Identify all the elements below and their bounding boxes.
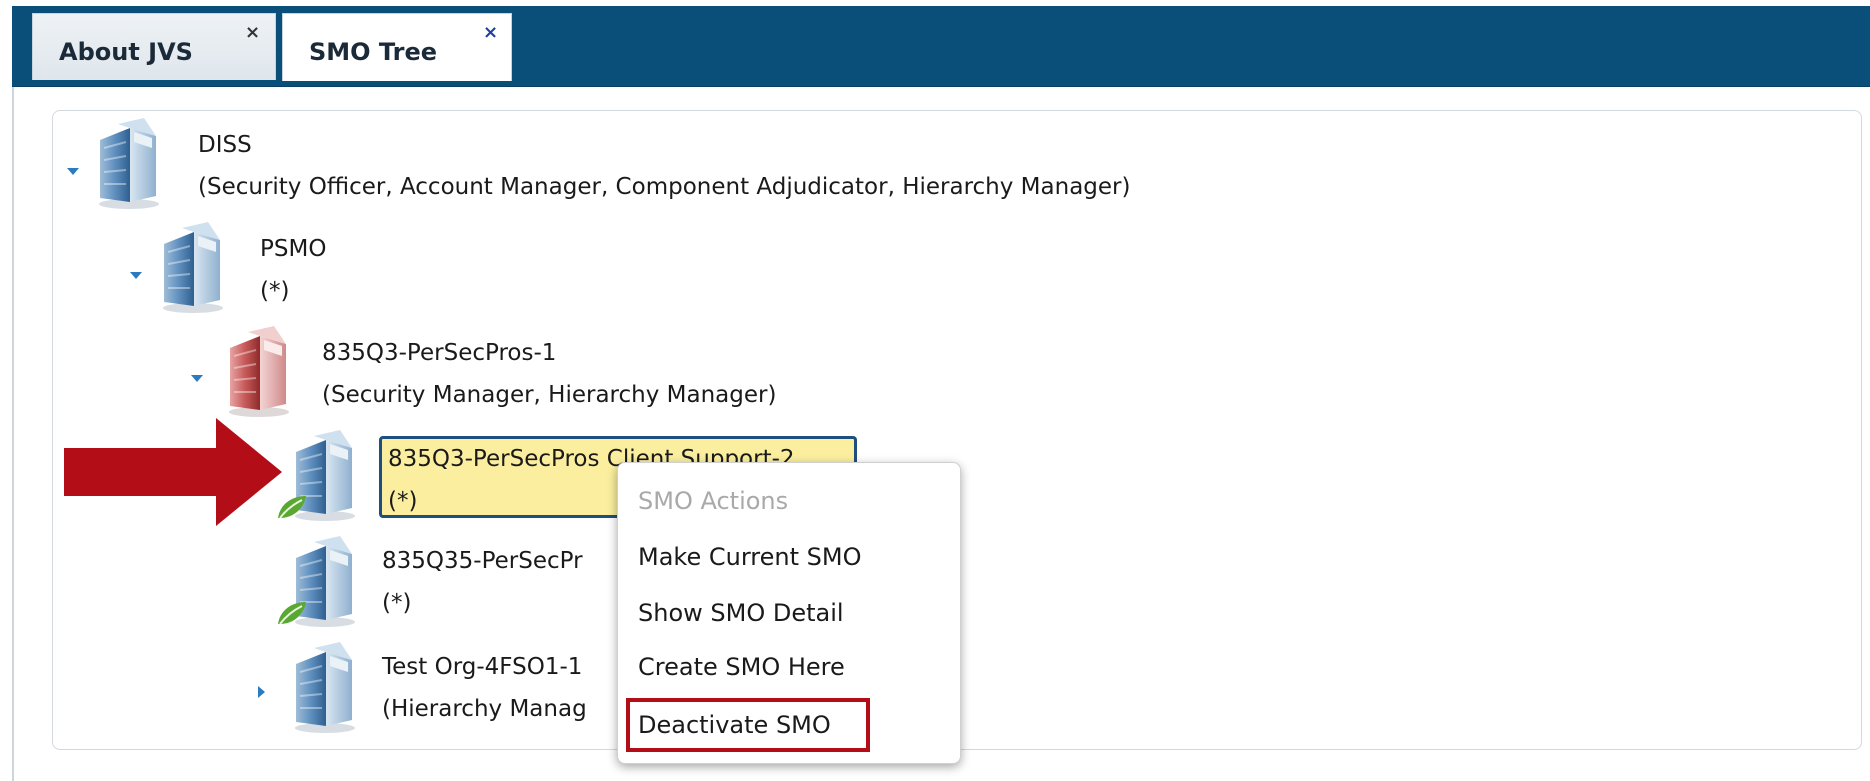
menu-header: SMO Actions (638, 487, 789, 515)
node-name: PSMO (260, 236, 327, 262)
tree-node-835q35-persecpr[interactable]: 835Q35-PerSecPr (*) (382, 540, 583, 624)
node-name: 835Q35-PerSecPr (382, 548, 583, 574)
node-roles: (Security Officer, Account Manager, Comp… (198, 174, 1131, 200)
red-arrow-icon (64, 418, 282, 526)
node-name: 835Q3-PerSecPros-1 (322, 340, 557, 366)
expand-toggle-icon[interactable] (258, 686, 265, 698)
tab-bar: About JVS × SMO Tree × (12, 6, 1870, 87)
node-roles: (Hierarchy Manag (382, 696, 587, 722)
tree-node-psmo[interactable]: PSMO (*) (260, 228, 326, 312)
tab-label: SMO Tree (309, 38, 438, 66)
node-name: Test Org-4FSO1-1 (382, 654, 583, 680)
building-blue-icon (94, 118, 164, 210)
tree-node-diss[interactable]: DISS (Security Officer, Account Manager,… (198, 124, 1130, 208)
tab-label: About JVS (59, 38, 193, 66)
close-icon[interactable]: × (483, 22, 498, 43)
tree-node-test-org[interactable]: Test Org-4FSO1-1 (Hierarchy Manag (382, 646, 587, 730)
building-red-icon (224, 326, 294, 418)
menu-item-create-smo-here[interactable]: Create SMO Here (638, 653, 845, 681)
tab-about-jvs[interactable]: About JVS × (32, 13, 276, 80)
node-name: DISS (198, 132, 252, 158)
node-roles: (Security Manager, Hierarchy Manager) (322, 382, 777, 408)
collapse-toggle-icon[interactable] (191, 375, 203, 382)
node-roles: (*) (382, 590, 412, 616)
close-icon[interactable]: × (245, 22, 260, 43)
deactivate-highlight-box (626, 698, 870, 752)
leaf-icon (276, 600, 308, 626)
collapse-toggle-icon[interactable] (130, 272, 142, 279)
tab-smo-tree[interactable]: SMO Tree × (282, 13, 512, 81)
collapse-toggle-icon[interactable] (67, 168, 79, 175)
building-blue-icon (290, 642, 360, 734)
building-blue-icon (158, 222, 228, 314)
tree-node-835q3-persecpros-1[interactable]: 835Q3-PerSecPros-1 (Security Manager, Hi… (322, 332, 776, 416)
node-roles: (*) (260, 278, 290, 304)
menu-item-make-current-smo[interactable]: Make Current SMO (638, 543, 861, 571)
menu-item-show-smo-detail[interactable]: Show SMO Detail (638, 599, 844, 627)
